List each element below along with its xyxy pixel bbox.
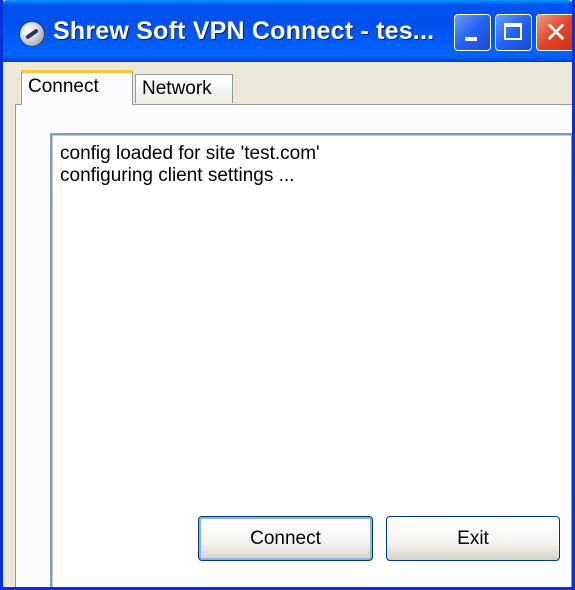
tab-connect[interactable]: Connect xyxy=(21,70,133,105)
tab-strip: Connect Network xyxy=(15,68,555,105)
exit-button[interactable]: Exit xyxy=(386,516,560,561)
log-line: config loaded for site 'test.com' xyxy=(60,143,320,164)
maximize-icon xyxy=(504,23,522,40)
connect-button[interactable]: Connect xyxy=(198,516,373,561)
title-bar[interactable]: Shrew Soft VPN Connect - tes... ✕ xyxy=(3,0,572,62)
window-title: Shrew Soft VPN Connect - tes... xyxy=(53,17,435,45)
maximize-button[interactable] xyxy=(495,14,532,51)
tab-network[interactable]: Network xyxy=(135,74,233,103)
vpn-connect-window: Shrew Soft VPN Connect - tes... ✕ Connec… xyxy=(0,0,575,590)
close-icon: ✕ xyxy=(544,16,568,49)
minimize-button[interactable] xyxy=(454,14,491,51)
log-line: configuring client settings ... xyxy=(60,165,295,186)
close-button[interactable]: ✕ xyxy=(536,14,572,51)
vpn-app-icon[interactable] xyxy=(20,22,44,46)
minimize-icon xyxy=(465,37,477,41)
